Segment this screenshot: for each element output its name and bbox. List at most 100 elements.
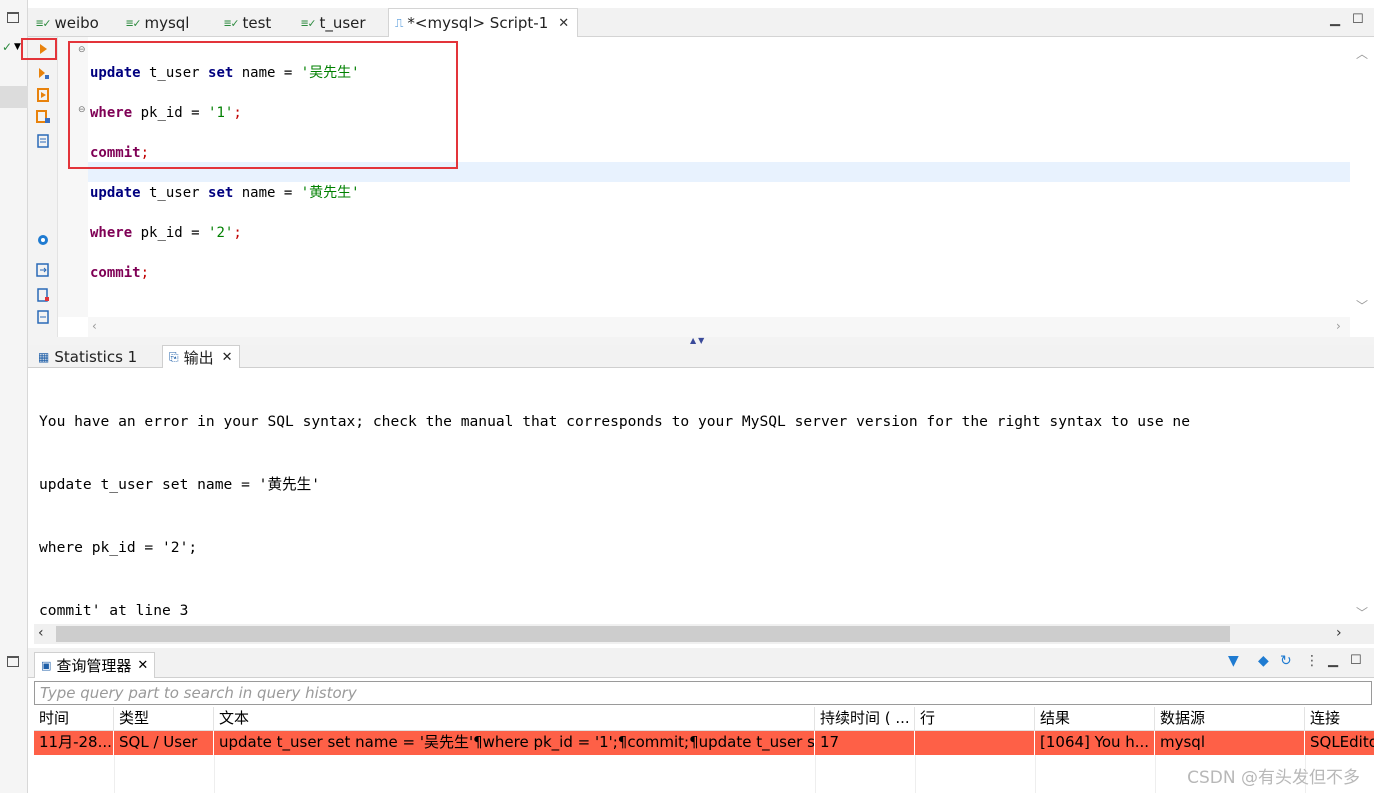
output-line: commit' at line 3 xyxy=(39,602,189,619)
string-literal: '2' xyxy=(208,225,234,241)
code-text: t_user xyxy=(140,185,209,201)
tab-label: t_user xyxy=(319,13,366,32)
keyword: update xyxy=(90,185,141,201)
maximize-icon[interactable]: ☐ xyxy=(1352,12,1364,27)
column-header-rows[interactable]: 行 xyxy=(915,707,1035,731)
table-header: 时间 类型 文本 持续时间 ( ... 行 结果 数据源 连接 xyxy=(34,707,1374,731)
column-header-duration[interactable]: 持续时间 ( ... xyxy=(815,707,915,731)
output-line: where pk_id = '2'; xyxy=(39,539,198,556)
editor-vertical-scrollbar[interactable]: ︿ ﹀ xyxy=(1350,37,1374,317)
cell-time: 11月-28... xyxy=(34,731,114,755)
minimize-icon[interactable]: ▁ xyxy=(1328,653,1338,668)
selected-navigator-item[interactable] xyxy=(0,86,28,108)
tab-label: 输出 xyxy=(183,348,214,367)
explain-plan-icon[interactable] xyxy=(36,134,50,148)
code-text: name = xyxy=(233,185,301,201)
panel-splitter[interactable]: ▲▼ xyxy=(28,336,1374,345)
cell-connection: SQLEdito xyxy=(1310,733,1374,751)
scroll-down-icon[interactable]: ﹀ xyxy=(1356,297,1368,314)
keyword: where xyxy=(90,225,133,241)
column-header-text[interactable]: 文本 xyxy=(214,707,815,731)
editor-tab-bar: ≡✓ weibo ≡✓ mysql ≡✓ test ≡✓ t_user ⎍ *<… xyxy=(28,8,1374,37)
scroll-down-icon[interactable]: ﹀ xyxy=(1356,604,1368,621)
string-literal: '黄先生' xyxy=(300,185,360,201)
table-row[interactable]: 11月-28... SQL / User update t_user set n… xyxy=(34,731,1374,755)
connection-check-icon[interactable]: ✓ xyxy=(2,40,12,54)
keyword: commit xyxy=(90,265,141,281)
watermark: CSDN @有头发但不多 xyxy=(1187,768,1360,788)
tab-query-manager[interactable]: ▣ 查询管理器 ✕ xyxy=(34,652,156,678)
query-manager-header: ▣ 查询管理器 ✕ ▼ ◆ ↻ ⋮ ▁ ☐ xyxy=(28,648,1374,678)
query-history-search-input[interactable] xyxy=(34,681,1372,705)
column-divider xyxy=(1155,755,1156,793)
tab-mysql[interactable]: ≡✓ mysql xyxy=(126,8,189,37)
execute-in-new-tab-icon[interactable] xyxy=(36,66,50,80)
column-divider xyxy=(214,755,215,793)
scroll-left-icon[interactable]: ‹ xyxy=(92,319,97,333)
scroll-right-icon[interactable]: › xyxy=(1336,625,1342,641)
tab-label: test xyxy=(242,13,272,32)
tab-statistics-1[interactable]: ▦ Statistics 1 xyxy=(38,345,137,368)
cell-rows xyxy=(915,731,1035,755)
refresh-icon[interactable]: ↻ xyxy=(1280,653,1292,669)
code-text: ; xyxy=(140,265,150,281)
close-icon[interactable]: ✕ xyxy=(558,16,569,31)
code-line: where pk_id = '2'; xyxy=(90,223,360,243)
close-icon[interactable]: ✕ xyxy=(137,658,148,673)
cell-type: SQL / User xyxy=(114,731,214,755)
column-header-result[interactable]: 结果 xyxy=(1035,707,1155,731)
maximize-icon[interactable] xyxy=(7,12,19,23)
clear-history-icon[interactable]: ◆ xyxy=(1258,653,1269,669)
scroll-up-icon[interactable]: ︿ xyxy=(1356,45,1368,62)
maximize-icon[interactable]: ☐ xyxy=(1350,653,1362,668)
filter-icon[interactable]: ▼ xyxy=(1228,653,1239,669)
more-options-icon[interactable]: ⋮ xyxy=(1305,653,1319,669)
tab-weibo[interactable]: ≡✓ weibo xyxy=(36,8,99,37)
output-line: You have an error in your SQL syntax; ch… xyxy=(39,413,1190,430)
column-divider xyxy=(114,755,115,793)
editor-toolbar xyxy=(28,37,58,337)
cell-duration: 17 xyxy=(815,731,915,755)
column-divider xyxy=(815,755,816,793)
column-header-connection[interactable]: 连接 xyxy=(1305,707,1374,731)
dropdown-arrow-icon[interactable]: ▼ xyxy=(14,42,21,52)
output-horizontal-scrollbar[interactable]: ‹ › xyxy=(34,624,1374,644)
tab-t-user[interactable]: ≡✓ t_user xyxy=(301,8,366,37)
sql-editor-icon: ≡✓ xyxy=(126,15,141,30)
minimize-icon[interactable]: ▁ xyxy=(1330,12,1340,27)
new-script-icon[interactable] xyxy=(36,288,50,302)
query-manager-icon: ▣ xyxy=(41,659,52,672)
cell-result: [1064] You h... xyxy=(1035,731,1155,755)
close-icon[interactable]: ✕ xyxy=(222,350,233,365)
cell-datasource: mysql xyxy=(1155,731,1305,755)
code-line: update t_user set name = '黄先生' xyxy=(90,183,360,203)
execute-script-icon[interactable] xyxy=(36,88,50,102)
tab-label: Statistics 1 xyxy=(54,347,138,366)
editor-horizontal-scrollbar[interactable]: ‹ › xyxy=(88,317,1350,337)
output-line: update t_user set name = '黄先生' xyxy=(39,476,321,493)
output-vertical-scrollbar[interactable]: ﹀ xyxy=(1350,368,1374,624)
collapse-expand-icon[interactable]: ▲▼ xyxy=(690,336,706,345)
tab-test[interactable]: ≡✓ test xyxy=(224,8,271,37)
left-panel-strip: ✓ ▼ xyxy=(0,0,28,648)
bottom-left-strip xyxy=(0,648,28,793)
maximize-icon[interactable] xyxy=(7,656,19,667)
column-header-datasource[interactable]: 数据源 xyxy=(1155,707,1305,731)
scroll-left-icon[interactable]: ‹ xyxy=(38,625,44,641)
column-header-time[interactable]: 时间 xyxy=(34,707,114,731)
scroll-right-icon[interactable]: › xyxy=(1336,319,1341,333)
load-script-icon[interactable] xyxy=(36,310,50,324)
sql-editor-icon: ≡✓ xyxy=(301,15,316,30)
tab-script-1[interactable]: ⎍ *<mysql> Script-1 ✕ xyxy=(388,8,579,37)
scrollbar-thumb[interactable] xyxy=(56,626,1230,642)
tab-output[interactable]: ⎘ 输出 ✕ xyxy=(162,345,240,368)
column-header-type[interactable]: 类型 xyxy=(114,707,214,731)
grid-icon: ▦ xyxy=(38,349,50,364)
tab-label: mysql xyxy=(144,13,190,32)
execute-script-new-tab-icon[interactable] xyxy=(36,110,50,124)
tab-label: 查询管理器 xyxy=(56,657,132,675)
settings-gear-icon[interactable] xyxy=(36,233,50,247)
export-icon[interactable] xyxy=(36,263,50,277)
code-text: ; xyxy=(233,225,242,241)
output-icon: ⎘ xyxy=(169,349,179,364)
